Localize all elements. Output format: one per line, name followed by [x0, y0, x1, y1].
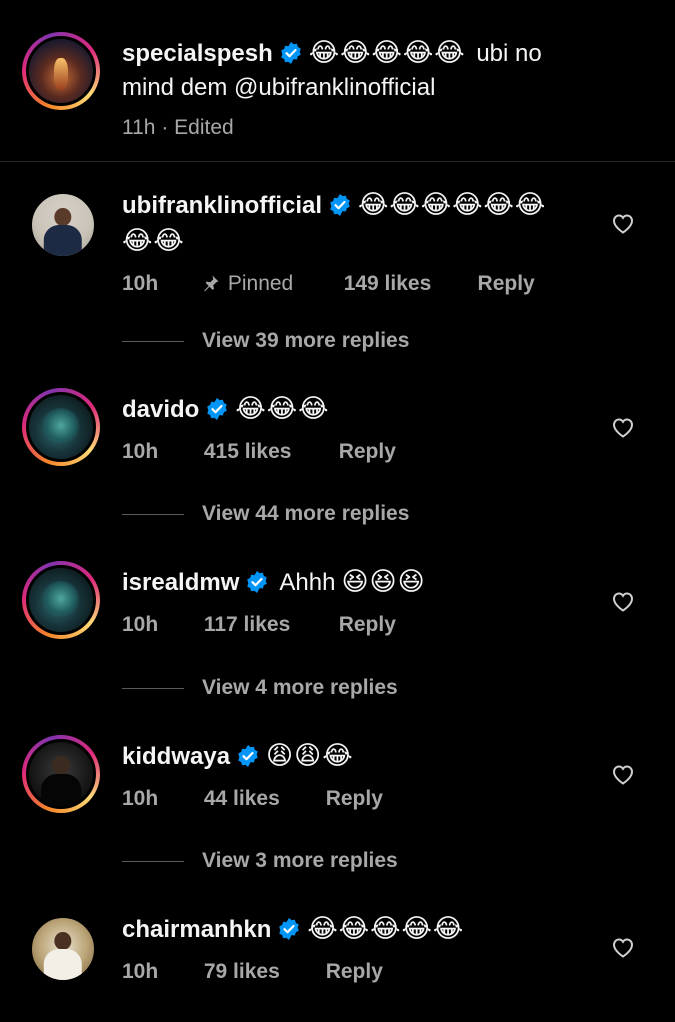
caption-emoji: 😂😂😂😂😂: [308, 37, 466, 67]
caption-time: 11h: [122, 116, 156, 139]
caption-separator: ·: [161, 116, 169, 139]
comment-username[interactable]: kiddwaya: [122, 743, 230, 770]
reply-button[interactable]: Reply: [326, 957, 383, 987]
heart-outline-icon[interactable]: [611, 590, 635, 612]
comment-emoji: 😂😂😂😂😂: [307, 913, 465, 943]
comment-time: 10h: [122, 787, 159, 810]
comment-emoji: 😂😂😂: [235, 393, 330, 423]
avatar[interactable]: [22, 32, 100, 110]
heart-outline-icon[interactable]: [611, 416, 635, 438]
heart-outline-icon[interactable]: [611, 212, 635, 234]
comment-time: 10h: [122, 613, 159, 636]
comment-emoji: 😩😩😂: [266, 740, 354, 770]
heart-outline-icon[interactable]: [611, 936, 635, 958]
post-caption: specialspesh 😂😂😂😂😂 ubi no mind dem @ubifr…: [0, 0, 675, 162]
view-more-replies[interactable]: View 44 more replies: [122, 499, 409, 529]
comment-emoji: 😆😆😆: [341, 566, 426, 596]
verified-badge-icon: [280, 42, 301, 64]
comment-likes[interactable]: 149 likes: [344, 269, 472, 299]
verified-badge-icon: [207, 398, 228, 420]
comment-likes[interactable]: 79 likes: [204, 957, 320, 987]
view-more-replies[interactable]: View 4 more replies: [122, 673, 398, 703]
avatar[interactable]: [22, 735, 100, 813]
comments-screen: specialspesh 😂😂😂😂😂 ubi no mind dem @ubifr…: [0, 0, 675, 1022]
caption-edited: Edited: [174, 116, 234, 139]
avatar[interactable]: [22, 388, 100, 466]
comment-time: 10h: [122, 960, 159, 983]
view-more-replies[interactable]: View 3 more replies: [122, 846, 398, 876]
avatar[interactable]: [26, 188, 100, 262]
heart-outline-icon[interactable]: [611, 763, 635, 785]
pinned-label: Pinned: [202, 269, 338, 299]
verified-badge-icon: [247, 571, 268, 593]
comment-username[interactable]: isrealdmw: [122, 569, 239, 596]
comment-time: 10h: [122, 440, 159, 463]
comment-username[interactable]: davido: [122, 396, 199, 423]
verified-badge-icon: [279, 918, 300, 940]
caption-text-line2: mind dem @ubifranklinofficial: [122, 74, 436, 101]
avatar[interactable]: [22, 561, 100, 639]
comment-emoji-line2: 😂😂: [122, 225, 185, 255]
replies-divider: [122, 340, 184, 342]
comment-username[interactable]: ubifranklinofficial: [122, 192, 322, 219]
comment-time: 10h: [122, 272, 159, 295]
comment-likes[interactable]: 117 likes: [204, 610, 333, 640]
replies-divider: [122, 860, 184, 862]
comment-username[interactable]: chairmanhkn: [122, 916, 271, 943]
replies-divider: [122, 513, 184, 515]
reply-button[interactable]: Reply: [478, 269, 535, 299]
caption-username[interactable]: specialspesh: [122, 40, 273, 67]
comment-likes[interactable]: 44 likes: [204, 784, 320, 814]
verified-badge-icon: [330, 194, 350, 216]
comment-likes[interactable]: 415 likes: [204, 437, 333, 467]
view-more-replies[interactable]: View 39 more replies: [122, 326, 409, 356]
comment-text: Ahhh: [279, 569, 336, 596]
comment-emoji: 😂😂😂😂😂😂: [358, 189, 547, 219]
pin-icon: [204, 275, 219, 292]
replies-divider: [122, 687, 184, 689]
avatar[interactable]: [26, 912, 100, 986]
reply-button[interactable]: Reply: [339, 610, 396, 640]
reply-button[interactable]: Reply: [326, 784, 383, 814]
reply-button[interactable]: Reply: [339, 437, 396, 467]
verified-badge-icon: [238, 745, 258, 767]
caption-text-line1: ubi no: [476, 40, 542, 67]
